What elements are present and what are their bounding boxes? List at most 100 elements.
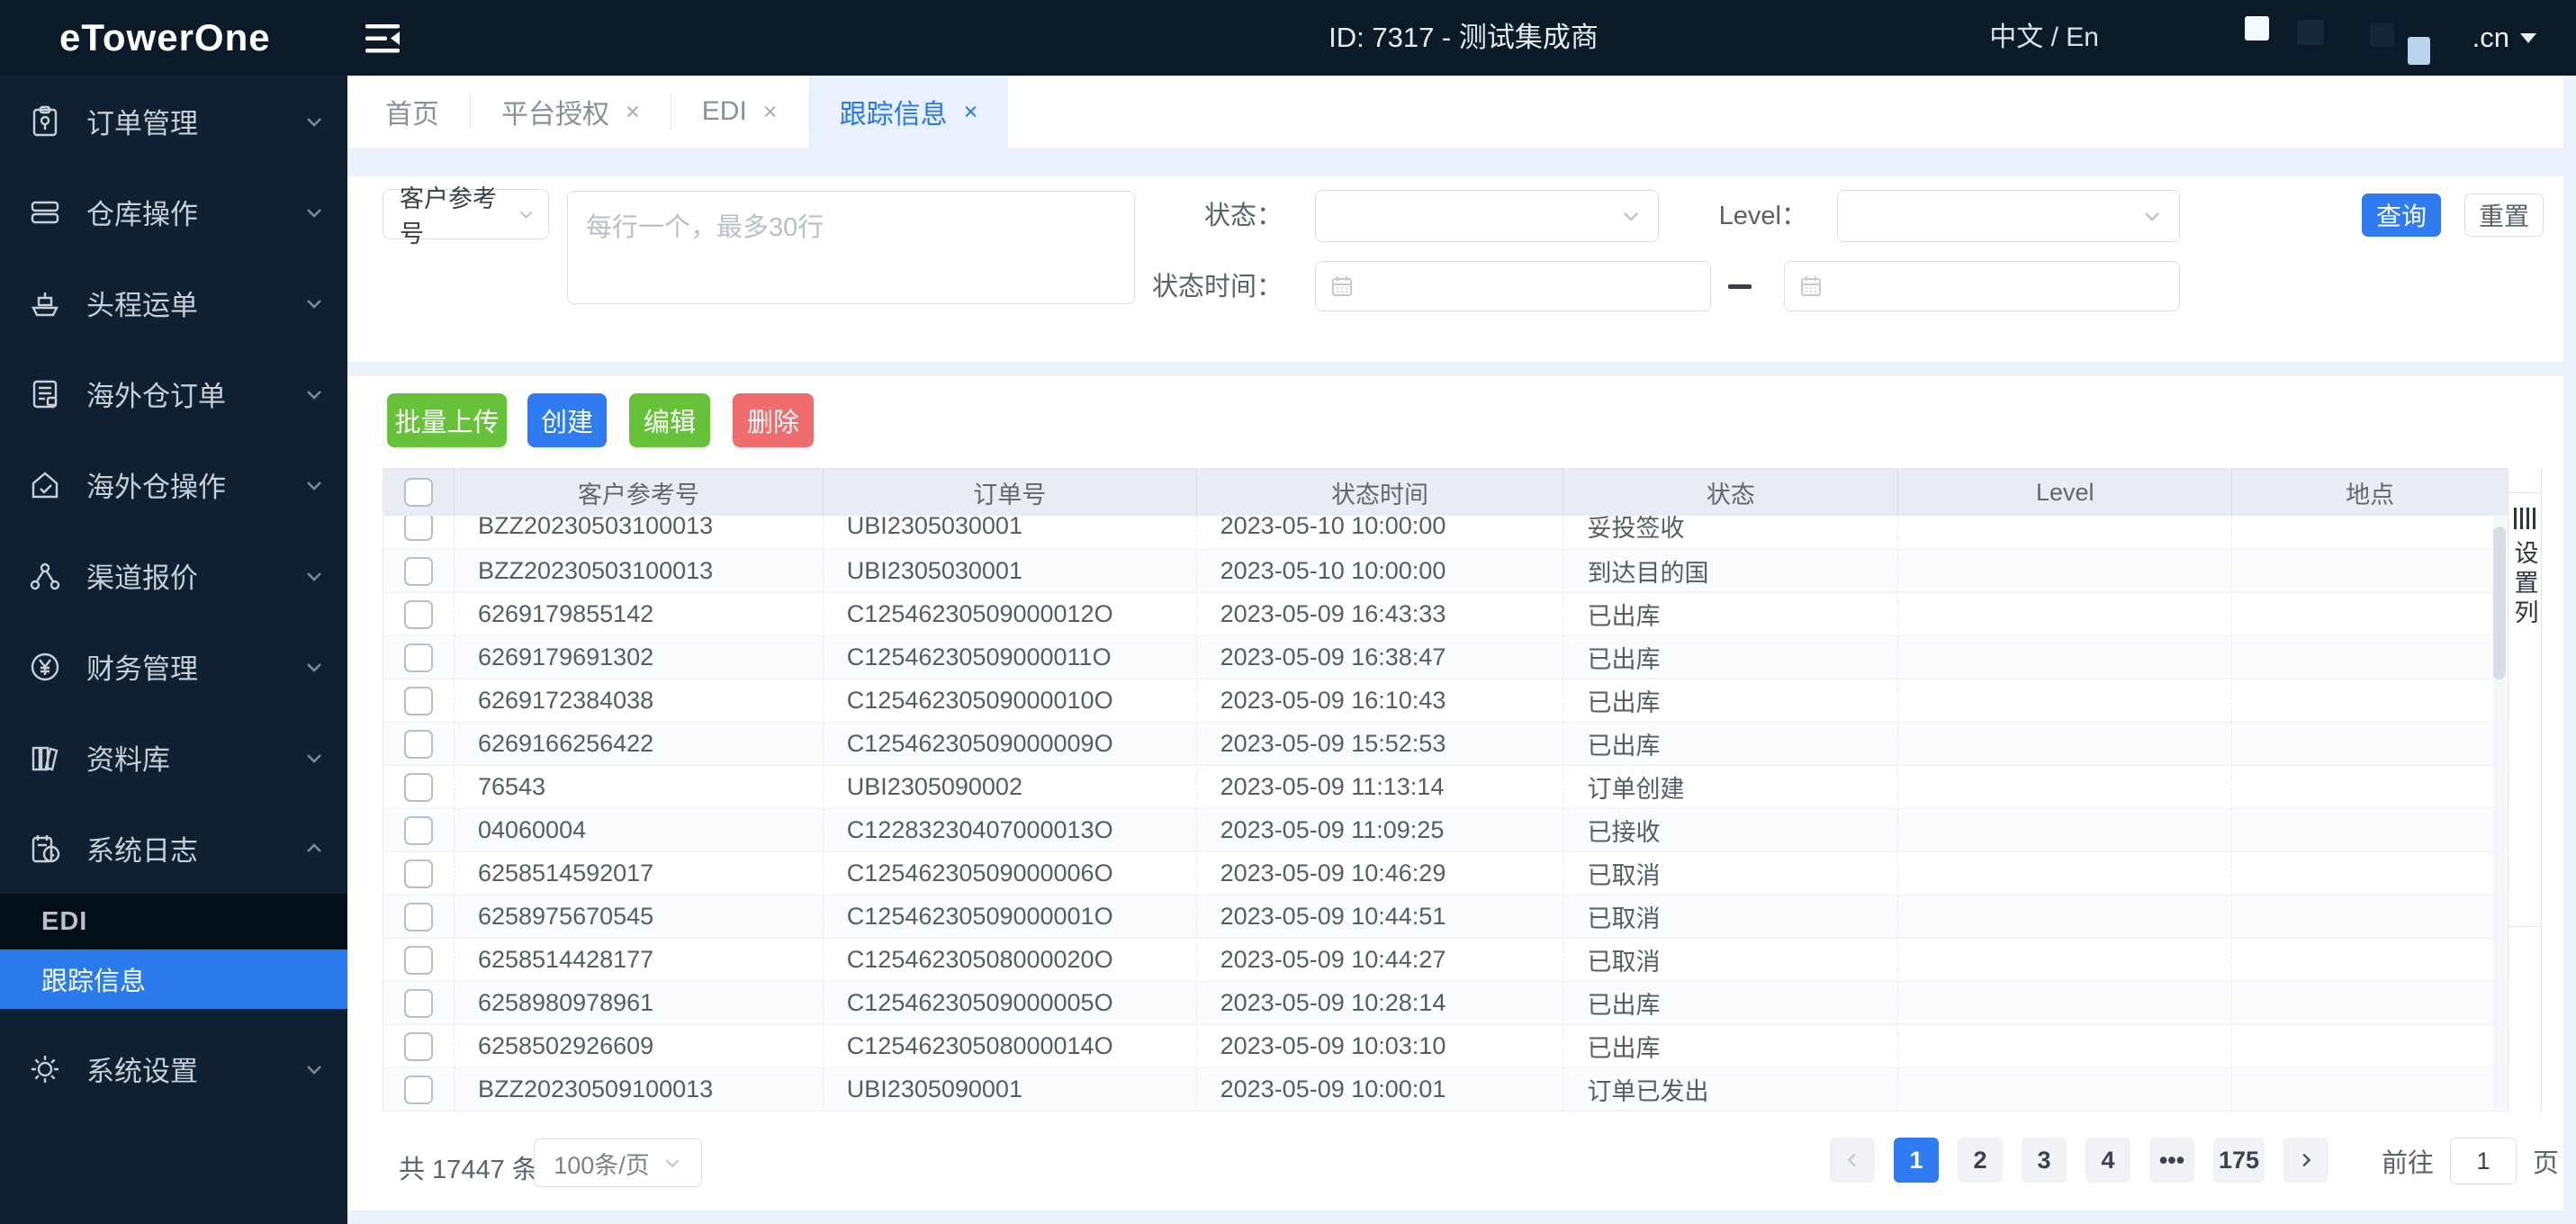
vertical-scrollbar-thumb[interactable] — [2493, 526, 2506, 680]
sidebar-subitem-tracking-info[interactable]: 跟踪信息 — [0, 950, 347, 1009]
prev-page-button[interactable] — [1830, 1138, 1875, 1183]
tab-tracking-info[interactable]: 跟踪信息 × — [808, 76, 1009, 148]
row-checkbox[interactable] — [403, 859, 433, 888]
row-checkbox[interactable] — [403, 643, 433, 672]
cell-order-number: UBI2305030001 — [824, 550, 1197, 592]
page-button-2[interactable]: 2 — [1958, 1138, 2003, 1183]
row-checkbox[interactable] — [403, 945, 433, 975]
goto-page-input[interactable]: 1 — [2450, 1138, 2517, 1184]
close-icon[interactable]: × — [763, 99, 778, 124]
query-button[interactable]: 查询 — [2362, 194, 2441, 237]
select-all-checkbox[interactable] — [403, 478, 433, 507]
row-checkbox-cell — [383, 723, 455, 765]
close-icon[interactable]: × — [626, 99, 640, 124]
level-select[interactable] — [1837, 190, 2180, 242]
cell-location — [2232, 593, 2508, 635]
menu-collapse-icon[interactable] — [364, 22, 403, 56]
close-icon[interactable]: × — [964, 99, 978, 124]
column-header[interactable]: 地点 — [2232, 469, 2508, 516]
sidebar-item-channel-quotation[interactable]: 渠道报价 — [0, 530, 347, 621]
table-row[interactable]: BZZ20230503100013 UBI2305030001 2023-05-… — [383, 516, 2508, 550]
table-row[interactable]: 6258514592017 C12546230509000006O 2023-0… — [383, 852, 2508, 896]
language-switch[interactable]: 中文 / En — [1989, 0, 2099, 76]
cell-order-number: C12283230407000013O — [824, 809, 1197, 851]
table-row[interactable]: 6269179691302 C12546230509000011O 2023-0… — [383, 636, 2508, 680]
page-button-3[interactable]: 3 — [2022, 1138, 2067, 1183]
status-select[interactable] — [1315, 190, 1659, 242]
page-size-select[interactable]: 100条/页 — [534, 1138, 702, 1187]
chevron-down-icon — [302, 110, 326, 133]
row-checkbox[interactable] — [403, 902, 433, 932]
sidebar-item-first-leg-shipment[interactable]: 头程运单 — [0, 257, 347, 348]
page-ellipsis[interactable]: ••• — [2149, 1138, 2194, 1183]
table-row[interactable]: BZZ20230503100013 UBI2305030001 2023-05-… — [383, 550, 2508, 593]
column-header[interactable]: 状态 — [1563, 469, 1899, 516]
sidebar-item-overseas-warehouse-operations[interactable]: 海外仓操作 — [0, 439, 347, 530]
chevron-up-icon — [302, 837, 326, 860]
search-field-select[interactable]: 客户参考号 — [383, 185, 549, 248]
sidebar-item-finance-management[interactable]: 财务管理 — [0, 621, 347, 712]
cell-status-time: 2023-05-09 16:43:33 — [1197, 593, 1564, 635]
row-checkbox[interactable] — [403, 556, 433, 586]
page-button-175[interactable]: 175 — [2213, 1138, 2265, 1183]
share-nodes-icon — [27, 558, 63, 594]
row-checkbox[interactable] — [403, 686, 433, 716]
column-header[interactable]: Level — [1898, 469, 2233, 516]
sidebar-item-warehouse-operations[interactable]: 仓库操作 — [0, 166, 347, 257]
row-checkbox[interactable] — [403, 729, 433, 759]
column-header[interactable]: 状态时间 — [1197, 469, 1564, 516]
cell-order-number: C12546230509000011O — [824, 636, 1197, 679]
row-checkbox[interactable] — [403, 1075, 433, 1104]
table-row[interactable]: 6258980978961 C12546230509000005O 2023-0… — [383, 982, 2508, 1025]
table-row[interactable]: 6269166256422 C12546230509000009O 2023-0… — [383, 723, 2508, 766]
row-checkbox[interactable] — [403, 599, 433, 629]
delete-button[interactable]: 删除 — [733, 393, 814, 447]
bulk-upload-button[interactable]: 批量上传 — [387, 393, 507, 447]
cell-location — [2232, 939, 2508, 981]
column-header[interactable]: 订单号 — [824, 469, 1197, 516]
next-page-button[interactable] — [2283, 1138, 2329, 1183]
status-time-start-input[interactable] — [1315, 261, 1711, 311]
reference-numbers-textarea[interactable]: 每行一个，最多30行 — [567, 191, 1135, 304]
tab-edi[interactable]: EDI × — [671, 76, 808, 148]
cell-level — [1898, 852, 2233, 895]
sidebar-item-data-library[interactable]: 资料库 — [0, 712, 347, 803]
sidebar-item-overseas-warehouse-orders[interactable]: 海外仓订单 — [0, 348, 347, 439]
table-row[interactable]: 6258975670545 C12546230509000001O 2023-0… — [383, 896, 2508, 939]
cell-customer-ref: 6258975670545 — [455, 896, 824, 938]
settings-strip-cell[interactable]: 设置列 — [2508, 493, 2541, 927]
sidebar-item-system-logs[interactable]: 系统日志 — [0, 803, 347, 894]
column-header[interactable]: 客户参考号 — [455, 469, 824, 516]
status-time-end-input[interactable] — [1784, 261, 2180, 311]
vertical-scrollbar-track[interactable] — [2493, 515, 2506, 1111]
row-checkbox[interactable] — [403, 1031, 433, 1061]
cell-location — [2232, 896, 2508, 938]
page-button-1[interactable]: 1 — [1894, 1138, 1939, 1183]
domain-dropdown[interactable]: .cn — [2472, 0, 2536, 76]
table-row[interactable]: 04060004 C12283230407000013O 2023-05-09 … — [383, 809, 2508, 852]
tab-platform-auth[interactable]: 平台授权 × — [471, 76, 671, 148]
sidebar-subitem-edi[interactable]: EDI — [0, 894, 347, 950]
app-window: eTowerOne ID: 7317 - 测试集成商 中文 / En .cn 订… — [0, 0, 2576, 1224]
table-row[interactable]: 6258514428177 C12546230508000020O 2023-0… — [383, 939, 2508, 982]
row-checkbox[interactable] — [403, 516, 433, 541]
create-button[interactable]: 创建 — [527, 393, 607, 447]
total-count-label: 共 17447 条 — [399, 1156, 538, 1184]
row-checkbox[interactable] — [403, 815, 433, 845]
reset-button[interactable]: 重置 — [2464, 194, 2544, 237]
table-row[interactable]: BZZ20230509100013 UBI2305090001 2023-05-… — [383, 1068, 2508, 1112]
row-checkbox[interactable] — [403, 772, 433, 802]
row-checkbox[interactable] — [403, 988, 433, 1018]
column-settings-strip[interactable]: 设置列 — [2508, 468, 2542, 1111]
sidebar-item-order-management[interactable]: 订单管理 — [0, 76, 347, 166]
table-row[interactable]: 76543 UBI2305090002 2023-05-09 11:13:14 … — [383, 766, 2508, 809]
edit-button[interactable]: 编辑 — [629, 393, 710, 447]
chevron-down-icon — [302, 1058, 326, 1081]
tab-home[interactable]: 首页 — [355, 76, 470, 148]
table-row[interactable]: 6269179855142 C12546230509000012O 2023-0… — [383, 593, 2508, 636]
table-row[interactable]: 6258502926609 C12546230508000014O 2023-0… — [383, 1025, 2508, 1068]
cell-level — [1898, 1025, 2233, 1067]
table-row[interactable]: 6269172384038 C12546230509000010O 2023-0… — [383, 680, 2508, 723]
page-button-4[interactable]: 4 — [2085, 1138, 2130, 1183]
sidebar-item-system-settings[interactable]: 系统设置 — [0, 1023, 347, 1114]
